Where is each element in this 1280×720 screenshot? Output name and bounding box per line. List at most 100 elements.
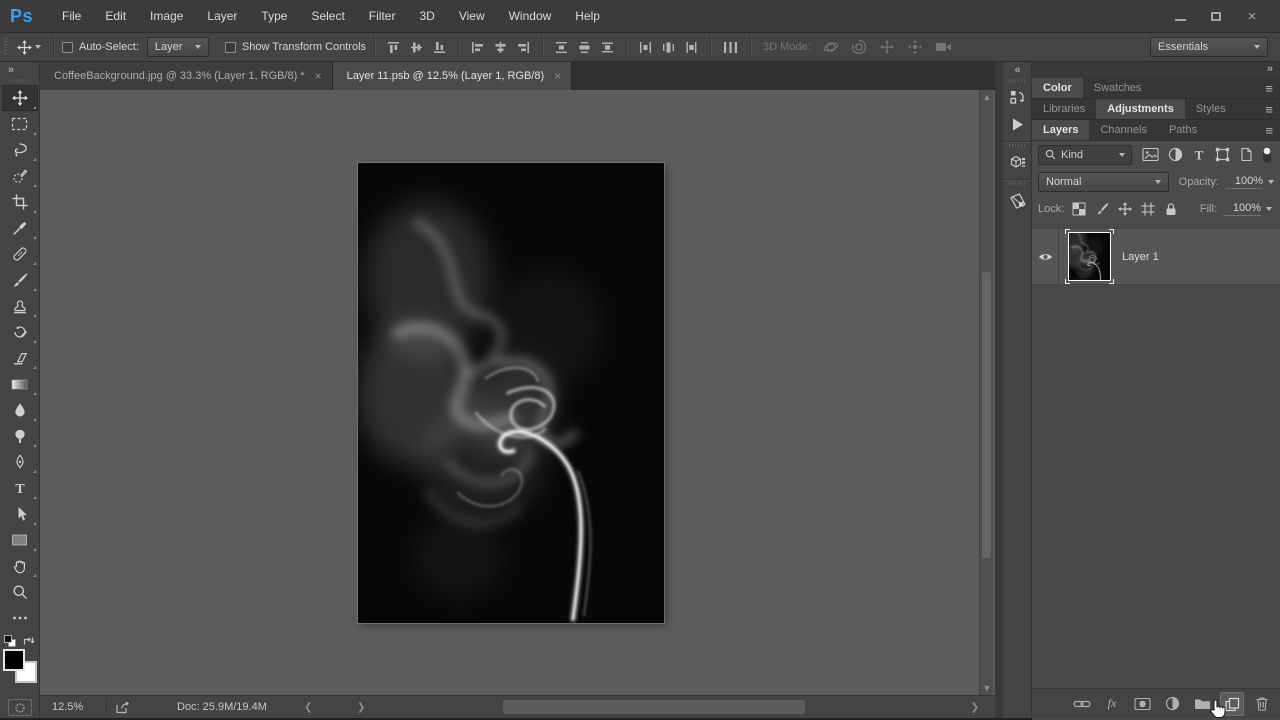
quick-mask-button[interactable] [7, 699, 32, 716]
layer-name[interactable]: Layer 1 [1122, 251, 1159, 263]
menu-help[interactable]: Help [563, 2, 612, 30]
add-layer-mask-button[interactable] [1130, 692, 1154, 716]
close-tab-icon[interactable]: × [315, 70, 322, 82]
share-export-icon[interactable] [115, 700, 131, 714]
menu-view[interactable]: View [447, 2, 497, 30]
strip-grip[interactable] [1009, 144, 1025, 147]
strip-grip[interactable] [1009, 79, 1025, 82]
history-brush-tool[interactable] [2, 319, 38, 345]
tab-libraries[interactable]: Libraries [1032, 99, 1096, 119]
lock-artboard-icon[interactable] [1141, 202, 1155, 216]
vertical-scroll-thumb[interactable] [982, 272, 991, 558]
panel-menu-icon[interactable]: ≡ [1265, 78, 1273, 98]
eyedropper-tool[interactable] [2, 215, 38, 241]
new-adjustment-layer-button[interactable] [1160, 692, 1184, 716]
auto-select-dropdown[interactable]: Layer [146, 37, 209, 57]
canvas-area[interactable]: ▲ ▼ [40, 90, 995, 695]
workspace-dropdown[interactable]: Essentials [1150, 37, 1268, 57]
filter-adjustment-layers-icon[interactable] [1168, 147, 1183, 162]
minimize-button[interactable] [1166, 6, 1194, 28]
distribute-bottom-edges-icon[interactable] [601, 41, 614, 54]
marquee-tool[interactable] [2, 111, 38, 137]
blur-tool[interactable] [2, 397, 38, 423]
lock-pixels-icon[interactable] [1095, 202, 1109, 216]
close-tab-icon[interactable]: × [554, 70, 561, 82]
scroll-up-icon[interactable]: ▲ [980, 90, 994, 104]
3d-panel-button[interactable] [1003, 149, 1032, 176]
tab-styles[interactable]: Styles [1185, 99, 1237, 119]
current-tool-chip[interactable] [13, 39, 45, 55]
type-tool[interactable]: T [2, 475, 38, 501]
rectangle-tool[interactable] [2, 527, 38, 553]
align-vertical-centers-icon[interactable] [410, 41, 423, 54]
swap-colors-icon[interactable] [22, 635, 35, 647]
panel-menu-icon[interactable]: ≡ [1265, 120, 1273, 140]
horizontal-scrollbar[interactable]: ❮ ❯ [298, 699, 985, 715]
close-button[interactable]: × [1238, 6, 1266, 28]
collapse-strip-icon[interactable]: « [1014, 64, 1020, 76]
scroll-right-icon[interactable]: ❯ [965, 702, 985, 713]
opacity-field[interactable]: 100% [1225, 175, 1263, 189]
filter-smart-objects-icon[interactable] [1239, 147, 1253, 162]
layer-row-layer1[interactable]: Layer 1 [1032, 228, 1280, 285]
quick-selection-tool[interactable] [2, 163, 38, 189]
tab-color[interactable]: Color [1032, 78, 1083, 98]
zoom-tool[interactable] [2, 579, 38, 605]
distribute-left-edges-icon[interactable] [639, 41, 652, 54]
tab-layer11[interactable]: Layer 11.psb @ 12.5% (Layer 1, RGB/8) × [332, 62, 573, 90]
layer-style-button[interactable]: fx [1100, 692, 1124, 716]
distribute-top-edges-icon[interactable] [555, 41, 568, 54]
strip-grip[interactable] [1009, 182, 1025, 185]
blend-mode-dropdown[interactable]: Normal [1038, 171, 1169, 192]
options-grip[interactable] [4, 38, 7, 56]
menu-3d[interactable]: 3D [407, 2, 446, 30]
menu-file[interactable]: File [50, 2, 93, 30]
tab-paths[interactable]: Paths [1158, 120, 1208, 140]
toolbar-grip[interactable] [10, 79, 29, 82]
document-image[interactable] [358, 163, 664, 623]
vertical-scrollbar[interactable]: ▲ ▼ [979, 90, 993, 695]
auto-select-checkbox[interactable] [62, 41, 73, 53]
filtering-toggle[interactable] [1262, 146, 1272, 164]
history-panel-button[interactable] [1003, 84, 1032, 111]
default-colors-icon[interactable] [3, 635, 16, 647]
brush-tool[interactable] [2, 267, 38, 293]
panel-menu-icon[interactable]: ≡ [1265, 99, 1273, 119]
expand-toolbar-icon[interactable]: » [8, 64, 14, 76]
actions-panel-button[interactable] [1003, 111, 1032, 138]
chevron-down-icon[interactable] [1266, 206, 1272, 211]
visibility-toggle[interactable] [1032, 229, 1059, 284]
show-transform-checkbox[interactable] [224, 41, 236, 53]
horizontal-scroll-thumb[interactable] [503, 700, 806, 714]
align-top-edges-icon[interactable] [387, 41, 400, 54]
pen-tool[interactable] [2, 449, 38, 475]
dodge-tool[interactable] [2, 423, 38, 449]
clone-stamp-tool[interactable] [2, 293, 38, 319]
scroll-left-icon[interactable]: ❮ [298, 702, 318, 713]
link-layers-button[interactable] [1070, 692, 1094, 716]
new-group-button[interactable] [1190, 692, 1214, 716]
tab-layers[interactable]: Layers [1032, 120, 1090, 140]
new-layer-button[interactable] [1220, 691, 1244, 716]
menu-select[interactable]: Select [299, 2, 356, 30]
distribute-horizontal-centers-icon[interactable] [662, 41, 675, 54]
foreground-color-swatch[interactable] [2, 649, 25, 671]
align-horizontal-centers-icon[interactable] [494, 41, 507, 54]
menu-window[interactable]: Window [497, 2, 564, 30]
move-tool[interactable] [1, 85, 38, 111]
menu-type[interactable]: Type [249, 2, 299, 30]
tab-coffeebackground[interactable]: CoffeeBackground.jpg @ 33.3% (Layer 1, R… [40, 62, 333, 90]
lock-transparency-icon[interactable] [1072, 202, 1086, 216]
edit-toolbar-button[interactable] [2, 605, 38, 631]
scroll-down-icon[interactable]: ▼ [980, 681, 994, 695]
align-left-edges-icon[interactable] [471, 41, 484, 54]
menu-image[interactable]: Image [138, 2, 195, 30]
filter-kind-dropdown[interactable]: Kind [1038, 144, 1132, 165]
distribute-vertical-centers-icon[interactable] [578, 41, 591, 54]
delete-layer-button[interactable] [1250, 692, 1274, 716]
horizontal-scroll-track[interactable] [318, 699, 964, 715]
chevron-down-icon[interactable] [1268, 179, 1274, 184]
menu-layer[interactable]: Layer [195, 2, 249, 30]
tab-adjustments[interactable]: Adjustments [1096, 99, 1185, 119]
distribute-spacing-icon[interactable] [723, 41, 738, 54]
